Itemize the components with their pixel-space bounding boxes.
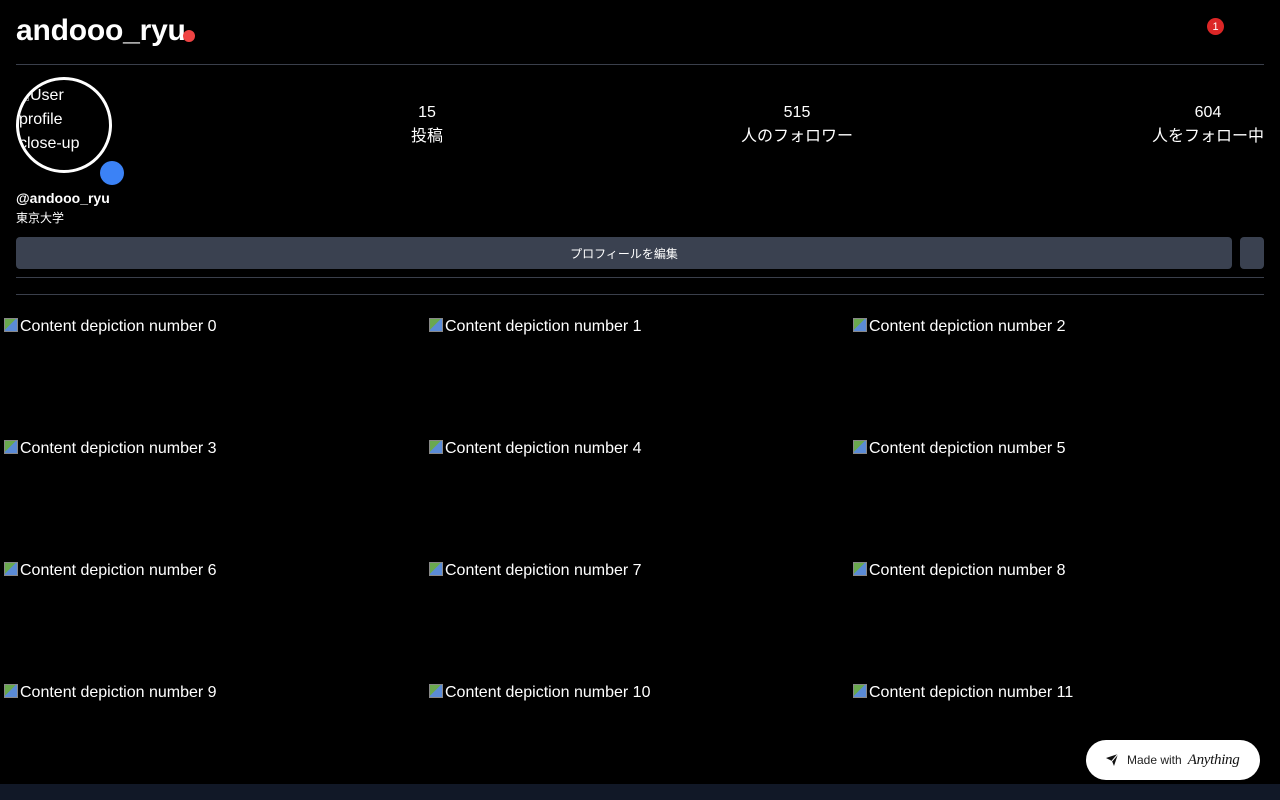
edit-profile-button[interactable]: プロフィールを編集 <box>16 237 1232 269</box>
avatar-alt-text: User profile close-up ph <box>19 84 93 170</box>
stat-followers-label: 人のフォロワー <box>740 128 853 145</box>
stat-following-count: 604 <box>1194 104 1222 121</box>
anything-logo-icon <box>1106 753 1119 766</box>
post-tile[interactable]: Content depiction number 6 <box>4 559 424 677</box>
made-with-label: Made with <box>1127 753 1182 767</box>
live-status-dot <box>183 30 195 42</box>
post-tile[interactable]: Content depiction number 7 <box>429 559 849 677</box>
made-with-badge[interactable]: Made with Anything <box>1086 740 1260 780</box>
post-tile[interactable]: Content depiction number 0 <box>4 315 424 433</box>
more-options-button[interactable] <box>1240 237 1264 269</box>
post-tile[interactable]: Content depiction number 1 <box>429 315 849 433</box>
profile-bio: 東京大学 <box>16 211 65 225</box>
profile-header: andooo_ryu 1 <box>16 0 1264 65</box>
stat-posts-label: 投稿 <box>410 128 443 145</box>
stat-following[interactable]: 604 人をフォロー中 <box>1148 101 1268 149</box>
bottom-nav-bar <box>0 784 1280 800</box>
post-tile[interactable]: Content depiction number 10 <box>429 681 849 799</box>
stat-posts[interactable]: 15 投稿 <box>405 101 449 149</box>
post-tile[interactable]: Content depiction number 5 <box>853 437 1273 555</box>
divider <box>16 277 1264 278</box>
avatar[interactable]: User profile close-up ph <box>16 77 112 173</box>
post-tile[interactable]: Content depiction number 9 <box>4 681 424 799</box>
page-title: andooo_ryu <box>16 14 186 47</box>
online-indicator <box>100 161 124 185</box>
stat-followers[interactable]: 515 人のフォロワー <box>735 101 859 149</box>
post-tile[interactable]: Content depiction number 4 <box>429 437 849 555</box>
stat-followers-count: 515 <box>783 104 811 121</box>
notification-badge[interactable]: 1 <box>1207 18 1224 35</box>
stat-posts-count: 15 <box>418 104 436 121</box>
profile-handle: @andooo_ryu <box>16 190 110 206</box>
post-tile[interactable]: Content depiction number 3 <box>4 437 424 555</box>
post-tile[interactable]: Content depiction number 2 <box>853 315 1273 433</box>
divider <box>16 294 1264 295</box>
post-tile[interactable]: Content depiction number 8 <box>853 559 1273 677</box>
brand-name: Anything <box>1187 751 1240 768</box>
stat-following-label: 人をフォロー中 <box>1151 128 1264 145</box>
